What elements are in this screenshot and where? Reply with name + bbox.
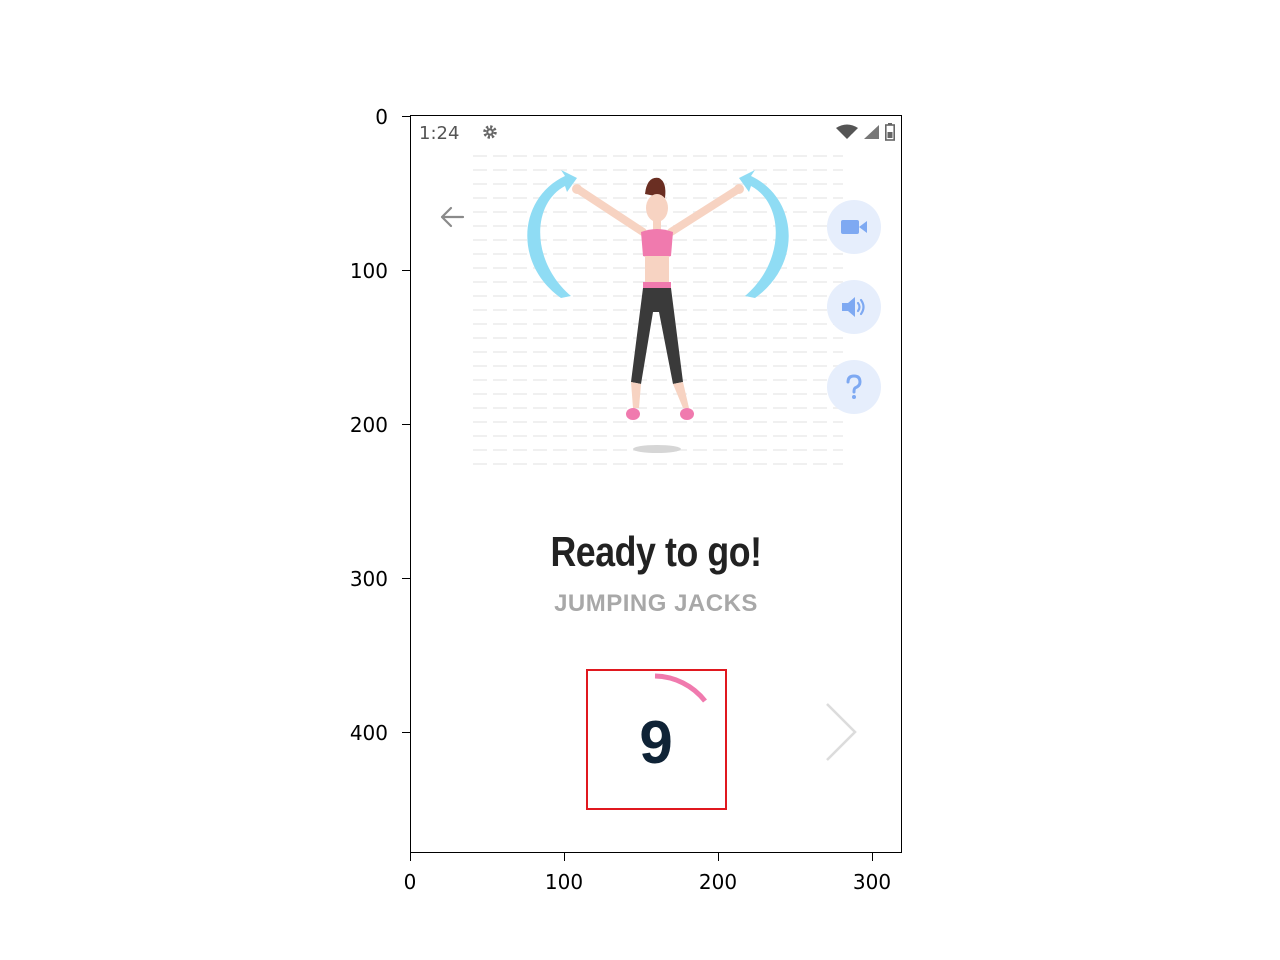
signal-icon xyxy=(864,125,879,139)
speaker-icon xyxy=(842,297,865,317)
x-tick-200 xyxy=(718,853,719,861)
exercise-illustration xyxy=(473,155,843,465)
phone-screen: 1:24 Ready to go! JUMPING JACKS 9 xyxy=(410,115,902,853)
x-tick-100 xyxy=(564,853,565,861)
motion-arrow-left xyxy=(527,170,577,298)
status-time: 1:24 xyxy=(419,123,460,144)
status-icons xyxy=(835,123,895,141)
x-tick-label-200: 200 xyxy=(698,870,738,894)
y-tick-label-400: 400 xyxy=(349,721,388,745)
x-tick-0 xyxy=(410,853,411,861)
video-button[interactable] xyxy=(827,200,881,254)
video-camera-icon xyxy=(841,220,867,234)
x-tick-300 xyxy=(872,853,873,861)
gear-icon xyxy=(483,125,497,139)
x-tick-label-0: 0 xyxy=(403,870,417,894)
exercise-name: JUMPING JACKS xyxy=(554,590,758,617)
battery-icon xyxy=(885,123,895,141)
y-tick-200 xyxy=(402,424,410,425)
chevron-right-icon[interactable] xyxy=(821,700,861,764)
question-icon xyxy=(846,374,862,399)
x-tick-label-100: 100 xyxy=(544,870,584,894)
ready-heading: Ready to go! xyxy=(550,528,762,575)
sound-button[interactable] xyxy=(827,280,881,334)
y-tick-400 xyxy=(402,732,410,733)
y-tick-label-300: 300 xyxy=(349,567,388,591)
y-tick-0 xyxy=(402,116,410,117)
highlight-box xyxy=(586,669,727,810)
help-button[interactable] xyxy=(827,360,881,414)
y-tick-300 xyxy=(402,578,410,579)
y-tick-label-0: 0 xyxy=(375,105,388,129)
arrow-left-icon[interactable] xyxy=(437,202,467,232)
wifi-icon xyxy=(836,124,858,140)
y-tick-100 xyxy=(402,270,410,271)
y-tick-label-200: 200 xyxy=(349,413,388,437)
x-tick-label-300: 300 xyxy=(852,870,892,894)
motion-arrow-right xyxy=(739,170,789,298)
y-tick-label-100: 100 xyxy=(349,259,388,283)
